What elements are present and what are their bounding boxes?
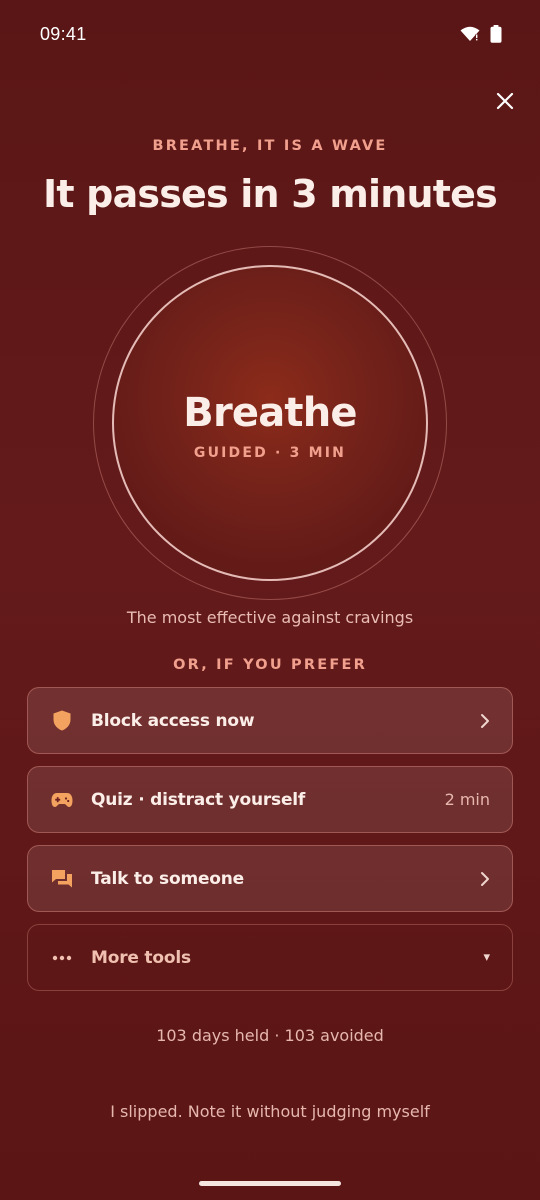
dropdown-caret-icon: ▾: [483, 950, 490, 965]
breathe-title: Breathe: [183, 390, 357, 436]
page-title: It passes in 3 minutes: [43, 172, 498, 216]
home-indicator[interactable]: [199, 1181, 341, 1186]
option-label: More tools: [91, 947, 191, 968]
shield-icon: [51, 710, 73, 732]
option-label: Block access now: [91, 710, 255, 731]
gamepad-icon: [51, 789, 73, 811]
status-icons: [460, 25, 502, 47]
duration-label: 2 min: [444, 790, 490, 809]
wifi-icon: [460, 26, 480, 46]
breathe-caption: The most effective against cravings: [126, 608, 414, 627]
option-label: Talk to someone: [91, 868, 245, 889]
eyebrow-label: BREATHE, IT IS A WAVE: [152, 138, 388, 154]
close-icon: [496, 92, 514, 114]
status-time: 09:41: [40, 24, 87, 44]
chevron-right-icon: [480, 713, 490, 729]
alternatives-heading: OR, IF YOU PREFER: [173, 657, 367, 673]
talk-to-someone-button[interactable]: Talk to someone: [27, 845, 513, 912]
close-button[interactable]: [492, 90, 518, 116]
option-label: Quiz · distract yourself: [91, 789, 306, 810]
breathe-subtitle: GUIDED · 3 MIN: [193, 445, 347, 461]
battery-icon: [490, 25, 502, 47]
chevron-right-icon: [480, 871, 490, 887]
streak-stats: 103 days held · 103 avoided: [156, 1026, 384, 1045]
chat-icon: [51, 868, 73, 890]
slipped-link[interactable]: I slipped. Note it without judging mysel…: [0, 1102, 540, 1121]
status-bar: 09:41: [0, 0, 540, 68]
more-dots-icon: [51, 947, 73, 969]
block-access-button[interactable]: Block access now: [27, 687, 513, 754]
more-tools-button[interactable]: More tools ▾: [27, 924, 513, 991]
quiz-button[interactable]: Quiz · distract yourself 2 min: [27, 766, 513, 833]
